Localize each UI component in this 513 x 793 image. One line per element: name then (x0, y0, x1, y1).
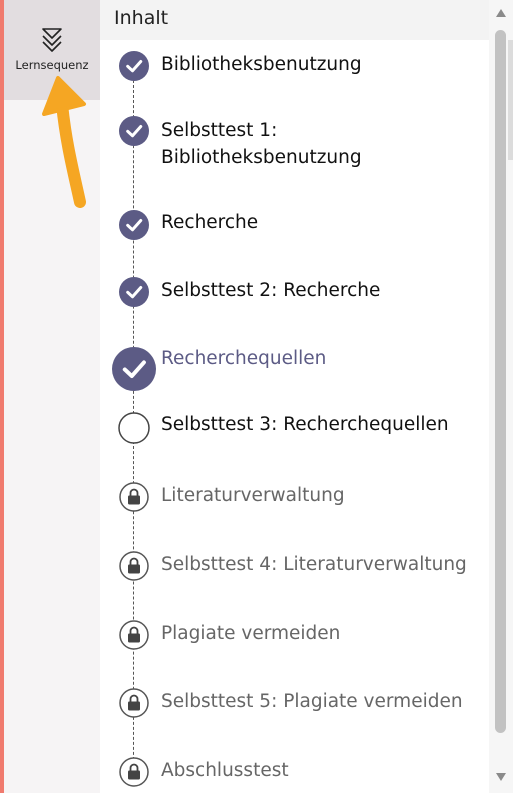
sidebar: Lernsequenz (4, 0, 100, 793)
sequence-item-label: Selbsttest 4: Literaturverwaltung (161, 554, 467, 575)
empty-circle-icon (118, 412, 150, 444)
sequence-item-label: Recherche (161, 212, 259, 233)
outer-scrollbar-edge (508, 40, 513, 160)
sequence-item-label: Abschlusstest (161, 760, 289, 781)
pointer-arrow-icon (42, 76, 86, 208)
lernsequenz-icon (42, 28, 62, 52)
check-circle-icon (119, 210, 149, 240)
scroll-up-icon[interactable] (495, 8, 507, 18)
check-circle-icon (119, 51, 149, 81)
panel-title: Inhalt (114, 7, 169, 29)
lock-circle-icon (119, 688, 149, 718)
scroll-thumb[interactable] (495, 30, 506, 733)
lock-circle-icon (119, 620, 149, 650)
check-circle-icon (112, 347, 156, 391)
tab-lernsequenz-label: Lernsequenz (15, 58, 89, 72)
panel-header: Inhalt (100, 0, 489, 40)
sequence-item-label: Plagiate vermeiden (161, 623, 341, 644)
sequence-item-label: Bibliotheksbenutzung (161, 54, 362, 75)
sequence-item-label: Recherchequellen (161, 348, 327, 369)
check-circle-icon (119, 116, 149, 146)
scroll-down-icon[interactable] (495, 772, 507, 782)
sequence-item-label: Literaturverwaltung (161, 485, 345, 506)
check-circle-icon (119, 277, 149, 307)
lock-circle-icon (119, 757, 149, 787)
lock-circle-icon (119, 551, 149, 581)
sequence-item-label: Selbsttest 3: Recherchequellen (161, 414, 449, 435)
lock-circle-icon (119, 482, 149, 512)
sequence-item-label: Selbsttest 2: Recherche (161, 280, 381, 301)
sequence-item-label: Selbsttest 5: Plagiate vermeiden (161, 691, 463, 712)
sequence-item-label: Selbsttest 1: Bibliotheksbenutzung (161, 120, 362, 168)
